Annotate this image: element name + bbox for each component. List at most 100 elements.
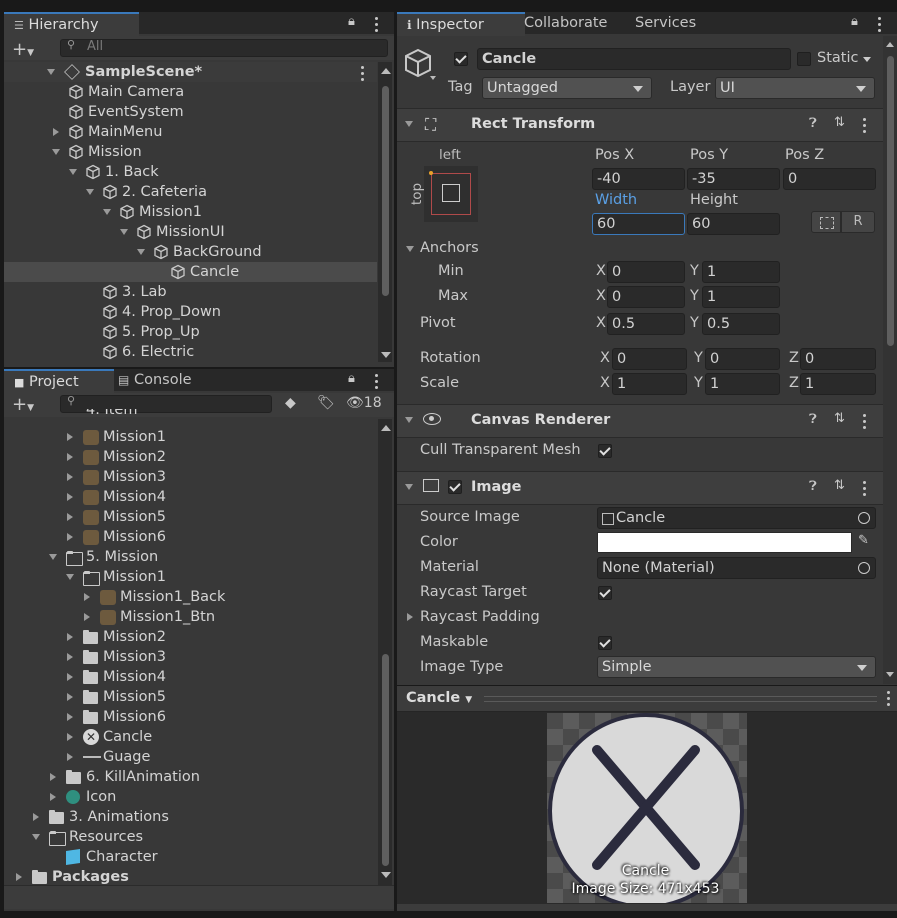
hierarchy-item[interactable]: 1. Back — [105, 162, 159, 182]
create-add-button[interactable]: +▼ — [12, 39, 34, 60]
pivot-y-field[interactable]: 0.5 — [702, 313, 780, 335]
rotation-z-field[interactable]: 0 — [800, 348, 876, 370]
project-item[interactable]: Mission4 — [103, 487, 166, 507]
expand-arrow-icon[interactable] — [67, 453, 73, 461]
expand-arrow-icon[interactable] — [50, 793, 56, 801]
expand-arrow-icon[interactable] — [67, 673, 73, 681]
tab-services[interactable]: Services — [635, 12, 696, 34]
component-menu-icon[interactable] — [863, 118, 867, 136]
project-item[interactable]: Mission1_Back — [120, 587, 225, 607]
height-field[interactable]: 60 — [687, 213, 780, 235]
pos-z-field[interactable]: 0 — [783, 168, 876, 190]
pivot-x-field[interactable]: 0.5 — [607, 313, 685, 335]
hierarchy-search-input[interactable]: ⚲ All — [60, 38, 388, 57]
collapse-arrow-icon[interactable] — [86, 189, 94, 195]
tab-console[interactable]: ▤ Console — [114, 369, 192, 391]
hierarchy-item[interactable]: Mission1 — [139, 202, 202, 222]
hierarchy-item[interactable]: Cancle — [190, 262, 239, 282]
scale-x-field[interactable]: 1 — [612, 373, 687, 395]
collapse-arrow-icon[interactable] — [405, 121, 413, 127]
anchor-min-x-field[interactable]: 0 — [607, 261, 685, 283]
scroll-up-icon[interactable] — [381, 425, 391, 431]
hierarchy-item[interactable]: 4. Prop_Down — [122, 302, 221, 322]
expand-arrow-icon[interactable] — [84, 593, 90, 601]
inspector-scrollbar-thumb[interactable] — [887, 56, 894, 346]
expand-arrow-icon[interactable] — [67, 513, 73, 521]
expand-arrow-icon[interactable] — [67, 733, 73, 741]
object-picker-icon[interactable] — [858, 512, 870, 524]
pos-y-field[interactable]: -35 — [687, 168, 780, 190]
presets-icon[interactable]: ⇅ — [834, 411, 845, 426]
static-checkbox[interactable] — [797, 52, 811, 66]
scroll-down-icon[interactable] — [381, 872, 391, 878]
collapse-arrow-icon[interactable] — [405, 417, 413, 423]
scale-z-field[interactable]: 1 — [800, 373, 876, 395]
icon-dropdown-arrow[interactable] — [430, 76, 436, 80]
scroll-down-icon[interactable] — [886, 672, 894, 677]
tab-project[interactable]: ■ Project — [4, 369, 114, 393]
tab-inspector[interactable]: ℹ Inspector — [397, 12, 525, 36]
active-checkbox[interactable] — [454, 52, 468, 66]
layer-dropdown[interactable]: UI — [715, 77, 875, 99]
blueprint-mode-button[interactable] — [811, 211, 841, 233]
canvas-renderer-header[interactable]: Canvas Renderer ❓︎ ⇅ — [397, 404, 883, 438]
expand-arrow-icon[interactable] — [67, 753, 73, 761]
tab-collaborate[interactable]: Collaborate — [524, 12, 607, 34]
project-item[interactable]: 6. KillAnimation — [86, 767, 200, 787]
lock-icon[interactable]: 🔒︎ — [348, 371, 355, 386]
image-type-dropdown[interactable]: Simple — [597, 656, 876, 678]
expand-arrow-icon[interactable] — [50, 773, 56, 781]
raycast-target-checkbox[interactable] — [598, 586, 612, 600]
preview-title-dropdown[interactable]: Cancle ▼ — [406, 690, 472, 706]
collapse-arrow-icon[interactable] — [120, 229, 128, 235]
scale-y-field[interactable]: 1 — [705, 373, 780, 395]
expand-arrow-icon[interactable] — [84, 613, 90, 621]
anchor-max-y-field[interactable]: 1 — [702, 286, 780, 308]
collapse-arrow-icon[interactable] — [66, 574, 74, 580]
anchor-max-x-field[interactable]: 0 — [607, 286, 685, 308]
project-item[interactable]: Cancle — [103, 727, 152, 747]
project-item[interactable]: Mission2 — [103, 447, 166, 467]
expand-arrow-icon[interactable] — [67, 433, 73, 441]
lock-icon[interactable]: 🔒︎ — [851, 14, 858, 29]
component-menu-icon[interactable] — [863, 481, 867, 499]
hierarchy-item[interactable]: Mission — [88, 142, 142, 162]
raw-edit-button[interactable]: R — [841, 211, 875, 233]
raycast-padding-expand-arrow[interactable] — [407, 613, 413, 621]
project-item[interactable]: Packages — [52, 867, 129, 887]
object-picker-icon[interactable] — [858, 562, 870, 574]
scroll-down-icon[interactable] — [381, 352, 391, 358]
project-item[interactable]: 3. Animations — [69, 807, 169, 827]
help-icon[interactable]: ❓︎ — [809, 116, 817, 131]
scene-options-icon[interactable] — [361, 66, 365, 84]
project-item[interactable]: Mission5 — [103, 687, 166, 707]
material-field[interactable]: None (Material) — [597, 557, 876, 579]
project-item[interactable]: 5. Mission — [86, 547, 158, 567]
expand-arrow-icon[interactable] — [67, 473, 73, 481]
preview-drag-handle[interactable] — [484, 696, 877, 702]
create-add-button[interactable]: +▼ — [12, 394, 34, 415]
project-item[interactable]: Mission1_Btn — [120, 607, 215, 627]
collapse-arrow-icon[interactable] — [103, 209, 111, 215]
object-name-input[interactable]: Cancle — [477, 48, 791, 70]
filter-label-icon[interactable]: 🏷︎ — [317, 395, 335, 411]
image-enabled-checkbox[interactable] — [448, 480, 462, 494]
project-item[interactable]: Mission1 — [103, 427, 166, 447]
collapse-arrow-icon[interactable] — [137, 249, 145, 255]
image-header[interactable]: Image ❓︎ ⇅ — [397, 471, 883, 505]
collapse-arrow-icon[interactable] — [49, 554, 57, 560]
hierarchy-item[interactable]: Main Camera — [88, 82, 184, 102]
expand-arrow-icon[interactable] — [53, 128, 59, 136]
expand-arrow-icon[interactable] — [67, 493, 73, 501]
preview-options-icon[interactable] — [887, 691, 891, 709]
hierarchy-item[interactable]: 6. Electric — [122, 342, 194, 362]
expand-arrow-icon[interactable] — [33, 813, 39, 821]
rotation-x-field[interactable]: 0 — [612, 348, 687, 370]
anchor-min-y-field[interactable]: 1 — [702, 261, 780, 283]
anchor-presets-button[interactable] — [424, 166, 478, 222]
tag-dropdown[interactable]: Untagged — [482, 77, 652, 99]
project-item[interactable]: Icon — [86, 787, 116, 807]
project-item[interactable]: Mission3 — [103, 467, 166, 487]
hierarchy-scrollbar-thumb[interactable] — [382, 86, 389, 296]
scroll-up-icon[interactable] — [886, 42, 894, 47]
